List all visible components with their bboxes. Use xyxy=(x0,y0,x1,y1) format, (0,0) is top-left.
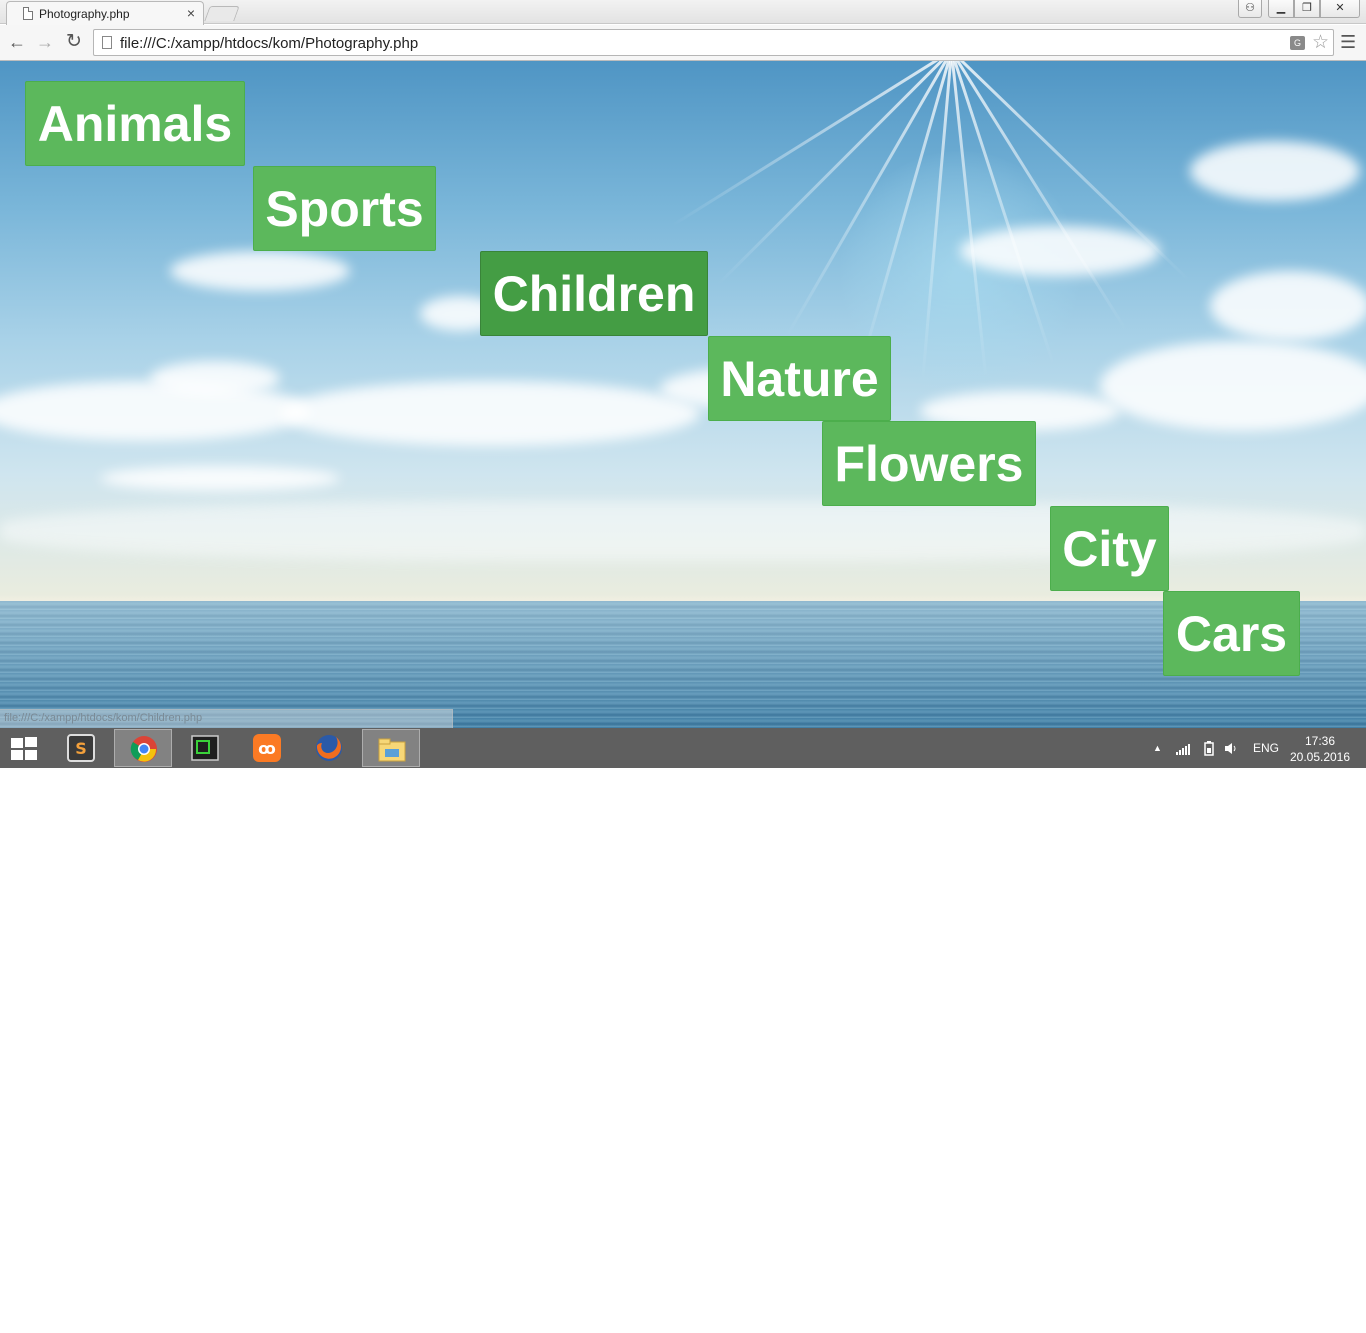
cloud xyxy=(280,381,700,446)
tab-strip: Photography.php × ⚇ ▁ ❐ ✕ xyxy=(0,0,1366,25)
user-profile-icon[interactable]: ⚇ xyxy=(1238,0,1262,18)
address-bar-url[interactable]: file:///C:/xampp/htdocs/kom/Photography.… xyxy=(120,35,418,52)
restore-button[interactable]: ❐ xyxy=(1294,0,1320,18)
tab-title: Photography.php xyxy=(39,7,130,21)
show-hidden-icons-arrow[interactable]: ▲ xyxy=(1153,728,1162,768)
terminal-icon xyxy=(191,735,219,761)
taskbar-clock[interactable]: 17:36 20.05.2016 xyxy=(1288,733,1352,765)
cloud xyxy=(150,361,280,396)
firefox-icon xyxy=(316,735,342,761)
clock-time: 17:36 xyxy=(1304,734,1336,748)
input-language-indicator[interactable]: ENG xyxy=(1253,728,1279,768)
cloud xyxy=(1190,141,1360,201)
forward-arrow-icon[interactable]: → xyxy=(34,31,56,53)
tab-close-icon[interactable]: × xyxy=(187,5,195,21)
windows-taskbar: S ꝏ ▲ ENG 17:36 20.05.2016 xyxy=(0,728,1366,768)
start-button[interactable] xyxy=(0,729,52,767)
volume-icon[interactable] xyxy=(1224,742,1238,755)
category-button-sports[interactable]: Sports xyxy=(253,166,436,251)
sublime-text-icon: S xyxy=(67,734,95,762)
back-arrow-icon[interactable]: ← xyxy=(6,31,28,53)
file-explorer-icon xyxy=(378,738,406,762)
chrome-icon xyxy=(130,736,157,762)
category-button-animals[interactable]: Animals xyxy=(25,81,245,166)
windows-logo-icon xyxy=(11,737,39,761)
browser-toolbar: ← → ↻ file:///C:/xampp/htdocs/kom/Photog… xyxy=(0,25,1366,61)
taskbar-app-sublime[interactable]: S xyxy=(52,729,110,767)
close-window-button[interactable]: ✕ xyxy=(1320,0,1360,18)
taskbar-app-explorer[interactable] xyxy=(362,729,420,767)
network-signal-icon[interactable] xyxy=(1175,743,1191,755)
cloud xyxy=(960,226,1160,276)
cloud xyxy=(170,251,350,291)
taskbar-app-xampp[interactable]: ꝏ xyxy=(238,729,296,767)
link-status-bubble: file:///C:/xampp/htdocs/kom/Children.php xyxy=(0,709,453,728)
new-tab-button[interactable] xyxy=(204,6,240,21)
page-icon xyxy=(102,36,112,49)
taskbar-app-firefox[interactable] xyxy=(300,729,358,767)
taskbar-app-chrome[interactable] xyxy=(114,729,172,767)
category-button-children[interactable]: Children xyxy=(480,251,708,336)
xampp-icon: ꝏ xyxy=(253,734,281,762)
page-file-icon xyxy=(23,7,33,20)
chrome-menu-icon[interactable]: ☰ xyxy=(1340,33,1356,51)
cloud xyxy=(1210,271,1366,341)
minimize-button[interactable]: ▁ xyxy=(1268,0,1294,18)
bookmark-star-icon[interactable]: ☆ xyxy=(1312,31,1329,54)
translate-icon[interactable]: G xyxy=(1290,36,1305,50)
category-button-city[interactable]: City xyxy=(1050,506,1169,591)
battery-icon[interactable] xyxy=(1204,741,1214,756)
browser-tab[interactable]: Photography.php × xyxy=(6,1,204,25)
page-content: Animals Sports Children Nature Flowers C… xyxy=(0,61,1366,728)
category-button-cars[interactable]: Cars xyxy=(1163,591,1300,676)
address-bar[interactable]: file:///C:/xampp/htdocs/kom/Photography.… xyxy=(93,29,1334,56)
reload-icon[interactable]: ↻ xyxy=(63,31,85,53)
svg-text:ꝏ: ꝏ xyxy=(258,739,276,758)
category-button-flowers[interactable]: Flowers xyxy=(822,421,1036,506)
category-button-nature[interactable]: Nature xyxy=(708,336,891,421)
svg-text:S: S xyxy=(75,739,87,758)
cloud xyxy=(100,466,340,491)
cloud xyxy=(1100,341,1366,431)
taskbar-app-terminal[interactable] xyxy=(176,729,234,767)
clock-date: 20.05.2016 xyxy=(1289,750,1351,764)
status-url: file:///C:/xampp/htdocs/kom/Children.php xyxy=(4,712,203,724)
